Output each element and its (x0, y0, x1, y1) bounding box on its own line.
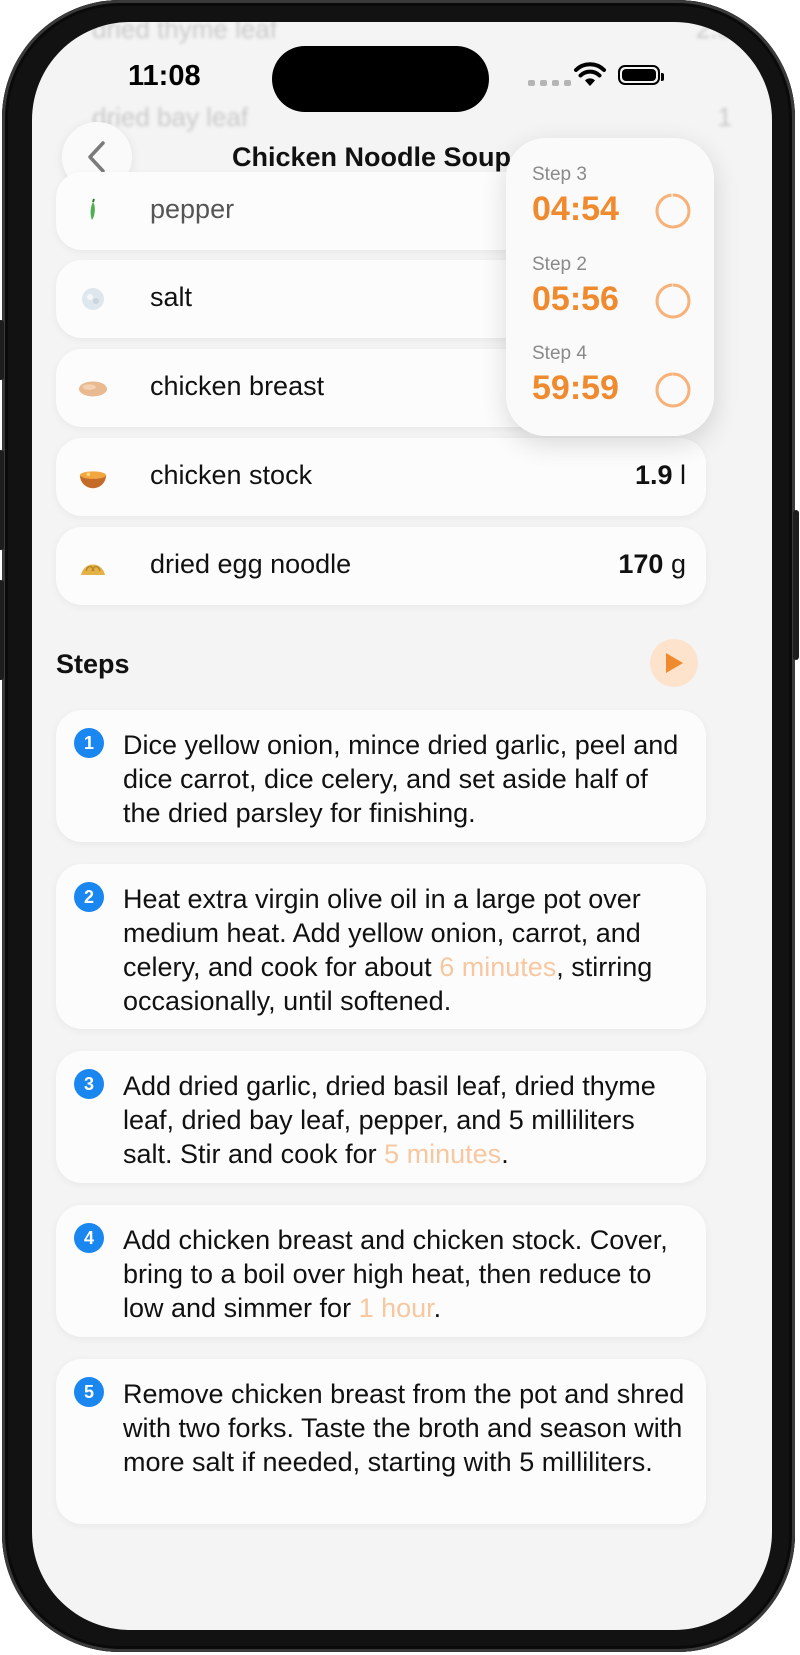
timer-item[interactable]: Step 2 05:56 (532, 254, 702, 319)
step-card[interactable]: 3 Add dried garlic, dried basil leaf, dr… (56, 1051, 706, 1183)
chicken-breast-icon (78, 373, 108, 403)
ingredient-row[interactable]: dried egg noodle 170 g (56, 527, 706, 605)
step-number-badge: 3 (74, 1069, 104, 1099)
action-button (0, 320, 4, 380)
step-number-badge: 5 (74, 1377, 104, 1407)
step-text: Heat extra virgin olive oil in a large p… (123, 884, 653, 1016)
timer-progress-ring (655, 193, 691, 229)
step-text: Add chicken breast and chicken stock. Co… (123, 1225, 668, 1323)
timer-item[interactable]: Step 4 59:59 (532, 343, 702, 408)
ingredient-name: salt (150, 282, 193, 312)
step-number-badge: 1 (74, 728, 104, 758)
steps-heading: Steps (56, 649, 130, 679)
step-duration-link[interactable]: 1 hour (359, 1293, 434, 1323)
timer-progress-ring (655, 372, 691, 408)
ingredient-name: chicken breast (150, 371, 325, 401)
status-time: 11:08 (128, 60, 201, 92)
play-icon (666, 653, 683, 673)
phone-frame: dried thyme leaf 2.5 dried bay leaf 1 11:0… (0, 0, 799, 1652)
ingredient-amount: 1.9 l (634, 460, 686, 490)
pepper-icon (78, 196, 108, 226)
step-card[interactable]: 5 Remove chicken breast from the pot and… (56, 1359, 706, 1524)
timer-progress-ring (655, 283, 691, 319)
step-card[interactable]: 4 Add chicken breast and chicken stock. … (56, 1205, 706, 1337)
ingredient-row[interactable]: chicken stock 1.9 l (56, 438, 706, 516)
timer-item[interactable]: Step 3 04:54 (532, 164, 702, 229)
wifi-icon (574, 62, 606, 86)
chevron-left-icon (88, 141, 105, 173)
step-card[interactable]: 2 Heat extra virgin olive oil in a large… (56, 864, 706, 1029)
screen: dried thyme leaf 2.5 dried bay leaf 1 11:0… (32, 22, 772, 1630)
step-number-badge: 2 (74, 882, 104, 912)
step-number-badge: 4 (74, 1223, 104, 1253)
step-text: Add dried garlic, dried basil leaf, drie… (123, 1071, 656, 1169)
ingredient-amount: 170 g (618, 549, 686, 579)
timer-step-label: Step 4 (532, 343, 587, 364)
volume-up-button (0, 450, 4, 550)
power-button (793, 510, 799, 660)
step-duration-link[interactable]: 5 minutes (384, 1139, 501, 1169)
ingredient-name: chicken stock (150, 460, 313, 490)
step-text: Dice yellow onion, mince dried garlic, p… (123, 730, 679, 828)
ingredient-name: dried egg noodle (150, 549, 352, 579)
ingredient-name: pepper (150, 194, 235, 224)
page-title: Chicken Noodle Soup (232, 142, 512, 172)
soup-bowl-icon (78, 462, 108, 492)
step-duration-link[interactable]: 6 minutes (439, 952, 556, 982)
timer-step-label: Step 3 (532, 164, 587, 185)
volume-down-button (0, 580, 4, 680)
play-button[interactable] (650, 639, 698, 687)
battery-icon (618, 65, 664, 85)
background-row: dried thyme leaf 2.5 (92, 22, 732, 44)
cellular-signal-icon (528, 80, 571, 86)
step-card[interactable]: 1 Dice yellow onion, mince dried garlic,… (56, 710, 706, 842)
timer-step-label: Step 2 (532, 254, 587, 275)
salt-icon (78, 284, 108, 314)
timers-panel: Step 3 04:54 Step 2 05:56 Step 4 59:59 (506, 138, 714, 436)
dynamic-island (272, 46, 489, 112)
step-text: Remove chicken breast from the pot and s… (123, 1379, 685, 1477)
noodle-icon (78, 551, 108, 581)
